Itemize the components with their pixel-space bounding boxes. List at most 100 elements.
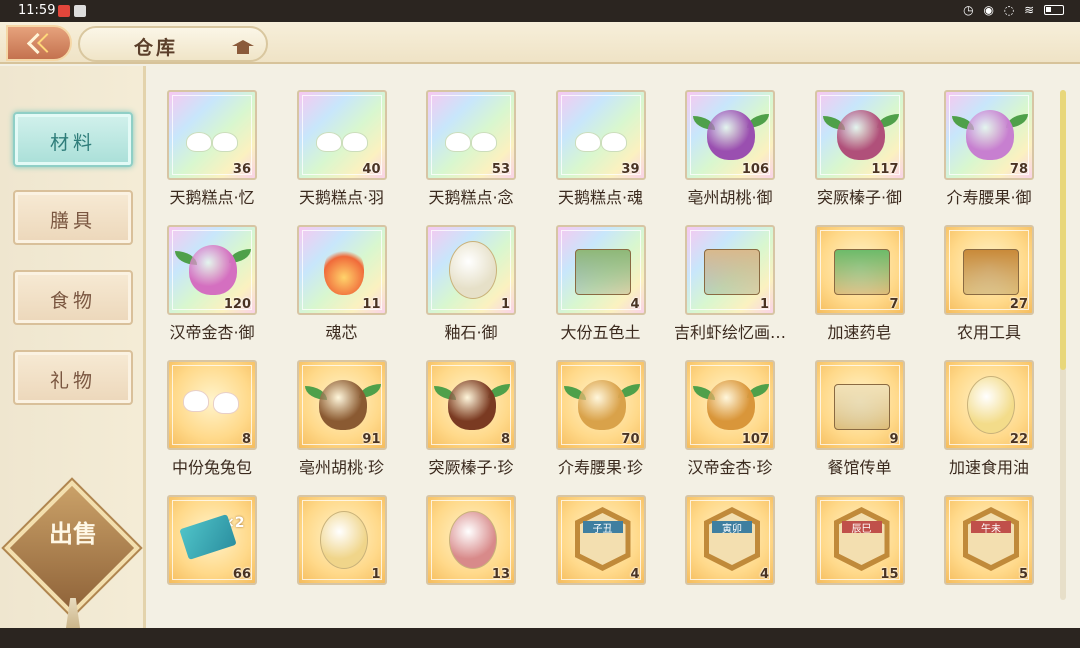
item-slot[interactable]: 120 汉帝金杏·御 bbox=[150, 201, 274, 342]
gem-icon bbox=[449, 241, 497, 299]
item-icon-frame[interactable]: 8 bbox=[167, 360, 257, 450]
item-grid[interactable]: 36 天鹅糕点·忆 40 天鹅糕点·羽 53 天鹅糕点·念 39 天鹅糕点·魂 106 亳州胡桃·… bbox=[150, 66, 1060, 620]
item-icon-frame[interactable]: 70 bbox=[555, 360, 646, 450]
item-icon-frame[interactable]: 13 bbox=[426, 495, 516, 585]
item-slot[interactable]: 8 突厥榛子·珍 bbox=[409, 336, 533, 477]
item-count: 39 bbox=[621, 162, 640, 177]
scroll-thumb[interactable] bbox=[1060, 90, 1066, 370]
item-count: 27 bbox=[1009, 297, 1028, 312]
item-count: 4 bbox=[630, 297, 640, 312]
item-slot[interactable]: 27 农用工具 bbox=[927, 201, 1051, 342]
badge-text: 辰巳 bbox=[851, 524, 872, 535]
item-slot[interactable]: 117 突厥榛子·御 bbox=[798, 66, 922, 207]
item-icon-frame[interactable]: 53 bbox=[426, 90, 516, 180]
tab-label: 食物 bbox=[49, 290, 96, 312]
crate-icon bbox=[963, 249, 1019, 295]
tab-label: 材料 bbox=[49, 132, 96, 154]
item-icon-frame[interactable]: ×2 66 bbox=[167, 495, 257, 585]
item-icon-frame[interactable]: 1 bbox=[426, 225, 516, 315]
scrollbar[interactable] bbox=[1060, 90, 1066, 600]
tab-materials[interactable]: 材料 bbox=[13, 112, 133, 167]
item-count: 5 bbox=[1018, 567, 1028, 582]
nut-icon bbox=[448, 380, 496, 430]
app-notification-icon bbox=[74, 5, 86, 17]
nut-icon bbox=[707, 110, 755, 160]
wifi-icon: ≋ bbox=[1024, 3, 1038, 17]
mute-icon: ◌ bbox=[1003, 3, 1018, 17]
tab-tableware[interactable]: 膳具 bbox=[13, 190, 133, 245]
badge-text: 子丑 bbox=[592, 524, 613, 535]
item-icon-frame[interactable]: 辰巳 15 bbox=[814, 495, 905, 585]
item-slot[interactable]: 8 中份兔兔包 bbox=[150, 336, 274, 477]
item-slot[interactable]: 11 魂芯 bbox=[280, 201, 404, 342]
item-icon-frame[interactable]: 107 bbox=[685, 360, 775, 450]
nut-icon bbox=[577, 380, 626, 430]
tab-label: 膳具 bbox=[49, 210, 96, 232]
swan-pastry-icon bbox=[314, 122, 370, 152]
nut-icon bbox=[189, 245, 237, 295]
item-count: 22 bbox=[1009, 432, 1028, 447]
item-icon-frame[interactable]: 8 bbox=[426, 360, 516, 450]
item-count: 40 bbox=[362, 162, 381, 177]
item-icon-frame[interactable]: 120 bbox=[167, 225, 257, 315]
item-count: 120 bbox=[223, 297, 251, 312]
item-icon-frame[interactable]: 106 bbox=[685, 90, 775, 180]
item-slot[interactable]: 子丑 4 bbox=[539, 471, 663, 598]
item-slot[interactable]: 22 加速食用油 bbox=[927, 336, 1051, 477]
item-slot[interactable]: 91 亳州胡桃·珍 bbox=[280, 336, 404, 477]
item-slot[interactable]: 40 天鹅糕点·羽 bbox=[280, 66, 404, 207]
gem-icon bbox=[967, 376, 1015, 434]
crate-icon bbox=[833, 249, 890, 295]
item-icon-frame[interactable]: 27 bbox=[944, 225, 1034, 315]
item-slot[interactable]: 70 介寿腰果·珍 bbox=[539, 336, 663, 477]
item-count: 15 bbox=[880, 567, 899, 582]
item-count: 1 bbox=[371, 567, 381, 582]
item-icon-frame[interactable]: 寅卯 4 bbox=[685, 495, 775, 585]
item-icon-frame[interactable]: 36 bbox=[167, 90, 257, 180]
item-slot[interactable]: 1 吉利虾绘忆画… bbox=[668, 201, 792, 342]
tab-food[interactable]: 食物 bbox=[13, 270, 133, 325]
item-icon-frame[interactable]: 11 bbox=[296, 225, 387, 315]
back-button[interactable] bbox=[6, 25, 72, 61]
item-slot[interactable]: 4 大份五色土 bbox=[539, 201, 663, 342]
item-slot[interactable]: 辰巳 15 bbox=[798, 471, 922, 598]
item-slot[interactable]: 午未 5 bbox=[927, 471, 1051, 598]
item-icon-frame[interactable]: 4 bbox=[555, 225, 646, 315]
item-icon-frame[interactable]: 91 bbox=[296, 360, 387, 450]
item-slot[interactable]: 寅卯 4 bbox=[668, 471, 792, 598]
header: 仓库 bbox=[0, 22, 1080, 64]
navigation-bar bbox=[0, 628, 1080, 648]
item-count: 91 bbox=[362, 432, 381, 447]
item-count: 66 bbox=[232, 567, 251, 582]
item-slot[interactable]: 78 介寿腰果·御 bbox=[927, 66, 1051, 207]
item-icon-frame[interactable]: 7 bbox=[814, 225, 905, 315]
item-slot[interactable]: 106 亳州胡桃·御 bbox=[668, 66, 792, 207]
item-icon-frame[interactable]: 78 bbox=[944, 90, 1034, 180]
alarm-icon: ◷ bbox=[963, 3, 977, 17]
item-icon-frame[interactable]: 子丑 4 bbox=[555, 495, 646, 585]
tab-gifts[interactable]: 礼物 bbox=[13, 350, 133, 405]
item-slot[interactable]: 7 加速药皂 bbox=[798, 201, 922, 342]
item-slot[interactable]: 39 天鹅糕点·魂 bbox=[539, 66, 663, 207]
gem-icon bbox=[449, 511, 497, 569]
item-icon-frame[interactable]: 117 bbox=[814, 90, 905, 180]
item-icon-frame[interactable]: 40 bbox=[296, 90, 387, 180]
item-slot[interactable]: 107 汉帝金杏·珍 bbox=[668, 336, 792, 477]
item-slot[interactable]: 53 天鹅糕点·念 bbox=[409, 66, 533, 207]
item-icon-frame[interactable]: 午未 5 bbox=[944, 495, 1034, 585]
item-slot[interactable]: 9 餐馆传单 bbox=[798, 336, 922, 477]
status-icons: ◷ ◉ ◌ ≋ bbox=[963, 3, 1064, 17]
item-icon-frame[interactable]: 22 bbox=[944, 360, 1034, 450]
soul-core-icon bbox=[323, 245, 364, 295]
item-icon-frame[interactable]: 1 bbox=[685, 225, 775, 315]
item-slot[interactable]: 13 bbox=[409, 471, 533, 598]
nut-icon bbox=[966, 110, 1014, 160]
item-icon-frame[interactable]: 39 bbox=[555, 90, 646, 180]
item-slot[interactable]: ×2 66 bbox=[150, 471, 274, 598]
item-slot[interactable]: 1 bbox=[280, 471, 404, 598]
item-slot[interactable]: 36 天鹅糕点·忆 bbox=[150, 66, 274, 207]
item-slot[interactable]: 1 釉石·御 bbox=[409, 201, 533, 342]
badge-text: 寅卯 bbox=[722, 524, 742, 535]
item-icon-frame[interactable]: 9 bbox=[814, 360, 905, 450]
item-icon-frame[interactable]: 1 bbox=[296, 495, 387, 585]
